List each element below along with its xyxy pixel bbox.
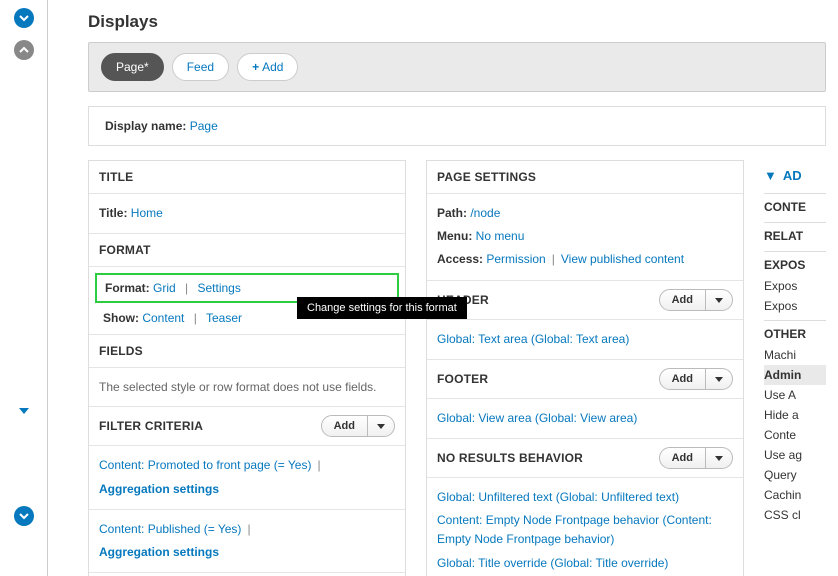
right-item[interactable]: Hide a [764,405,826,425]
header-add-dropdown[interactable] [706,289,733,311]
title-heading: TITLE [99,170,133,184]
nores-item-1[interactable]: Content: Empty Node Frontpage behavior (… [437,513,712,546]
filter-item-1[interactable]: Content: Published (= Yes) [99,522,241,536]
advanced-label: AD [783,168,802,183]
footer-add-dropdown[interactable] [706,368,733,390]
left-config-column: TITLE Title: Home FORMAT Format: Grid [88,160,406,576]
nores-heading: NO RESULTS BEHAVIOR [437,451,583,465]
path-value[interactable]: /node [470,206,500,220]
caret-down-icon [715,377,723,382]
format-settings-link[interactable]: Settings [198,281,241,295]
filter-add-dropdown[interactable] [368,415,395,437]
right-item[interactable]: Use A [764,385,826,405]
title-label: Title: [99,206,127,220]
right-item[interactable]: Conte [764,425,826,445]
caret-down-icon [715,298,723,303]
advanced-toggle[interactable]: ▼ AD [764,160,826,189]
access-label: Access: [437,252,483,266]
right-section-heading: CONTE [764,193,826,218]
agg-settings-link[interactable]: Aggregation settings [99,545,219,559]
tab-add-label: Add [262,60,283,74]
title-value[interactable]: Home [131,206,163,220]
right-sidebar: ▼ AD CONTERELATEXPOSExposExposOTHERMachi… [764,160,826,576]
right-section-heading: RELAT [764,222,826,247]
tab-page[interactable]: Page* [101,53,164,81]
filter-heading: FILTER CRITERIA [99,419,203,433]
chevron-up-circle-icon[interactable] [14,40,34,60]
menu-value[interactable]: No menu [476,229,525,243]
right-item[interactable]: Query [764,465,826,485]
format-label: Format: [105,281,150,295]
right-item[interactable]: Use ag [764,445,826,465]
access-value[interactable]: Permission [486,252,545,266]
right-item[interactable]: CSS cl [764,505,826,525]
format-heading: FORMAT [99,243,151,257]
right-item[interactable]: Admin [764,365,826,385]
fields-note: The selected style or row format does no… [99,376,395,398]
show-label: Show: [103,311,139,325]
caret-down-icon [715,456,723,461]
header-item-0[interactable]: Global: Text area (Global: Text area) [437,332,629,346]
display-name-label: Display name: [105,119,186,133]
filter-add-split: Add [321,415,395,437]
right-item[interactable]: Expos [764,276,826,296]
chevron-down-circle-icon-2[interactable] [14,506,34,526]
agg-settings-link[interactable]: Aggregation settings [99,482,219,496]
menu-label: Menu: [437,229,472,243]
footer-item-0[interactable]: Global: View area (Global: View area) [437,411,637,425]
tab-add[interactable]: +Add [237,53,298,81]
display-name-row: Display name: Page [88,106,826,146]
nores-item-2[interactable]: Global: Title override (Global: Title ov… [437,556,668,570]
tooltip: Change settings for this format [297,297,467,319]
right-section-heading: EXPOS [764,251,826,276]
format-value[interactable]: Grid [153,281,176,295]
footer-add-button[interactable]: Add [659,368,706,390]
right-section-heading: OTHER [764,320,826,345]
footer-heading: FOOTER [437,372,488,386]
header-add-button[interactable]: Add [659,289,706,311]
tab-feed[interactable]: Feed [172,53,229,81]
caret-down-icon [377,424,385,429]
filter-item-0[interactable]: Content: Promoted to front page (= Yes) [99,458,311,472]
right-item[interactable]: Expos [764,296,826,316]
page-settings-heading: PAGE SETTINGS [437,170,536,184]
show-detail[interactable]: Teaser [206,311,242,325]
nores-add-button[interactable]: Add [659,447,706,469]
format-highlight-box: Format: Grid | Settings Change settings … [95,273,399,303]
display-name-value[interactable]: Page [190,119,218,133]
nores-add-dropdown[interactable] [706,447,733,469]
access-detail[interactable]: View published content [561,252,684,266]
expand-down-icon[interactable] [19,408,29,414]
displays-toolbar: Page* Feed +Add [88,42,826,92]
path-label: Path: [437,206,467,220]
show-value[interactable]: Content [142,311,184,325]
chevron-down-circle-icon[interactable] [14,8,34,28]
fields-heading: FIELDS [99,344,143,358]
right-item[interactable]: Machi [764,345,826,365]
nores-item-0[interactable]: Global: Unfiltered text (Global: Unfilte… [437,490,679,504]
right-item[interactable]: Cachin [764,485,826,505]
mid-config-column: PAGE SETTINGS Path: /node Menu: No menu … [426,160,744,576]
filter-add-button[interactable]: Add [321,415,368,437]
plus-icon: + [252,60,259,74]
page-title: Displays [88,0,838,42]
